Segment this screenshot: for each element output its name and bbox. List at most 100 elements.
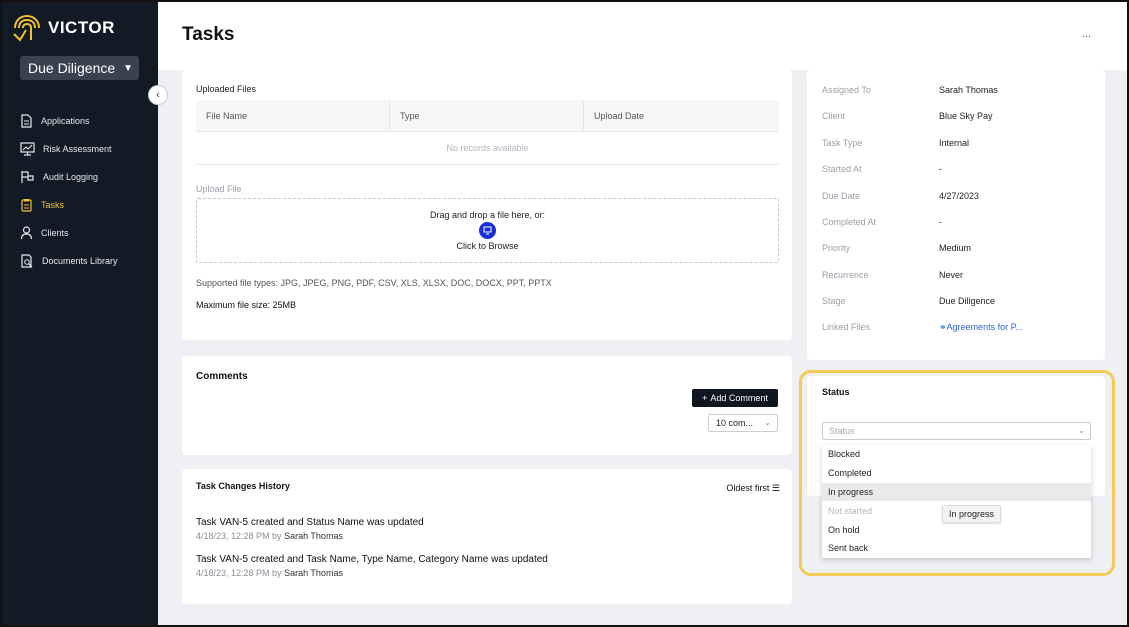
chevron-left-icon: ‹ (156, 89, 160, 101)
files-card: Uploaded Files File Name Type Upload Dat… (182, 70, 792, 340)
status-tooltip: In progress (942, 505, 1002, 523)
sidebar: VICTOR Due Diligence ▼ Applications Risk… (2, 2, 158, 625)
sidebar-item-label: Audit Logging (43, 172, 99, 182)
plus-icon: + (702, 393, 708, 403)
history-entry-meta: 4/18/23, 12:28 PM by Sarah Thomas (196, 568, 548, 578)
app-window: VICTOR Due Diligence ▼ Applications Risk… (0, 0, 1129, 627)
history-entry-user: Sarah Thomas (284, 568, 343, 578)
detail-label: Stage (822, 296, 846, 306)
history-entry-text: Task VAN-5 created and Status Name was u… (196, 517, 424, 528)
caret-down-icon: ▼ (123, 62, 134, 74)
detail-value: Blue Sky Pay (939, 111, 993, 121)
chevron-down-icon: ⌄ (764, 418, 771, 427)
sidebar-item-label: Clients (41, 228, 69, 238)
detail-value: Sarah Thomas (939, 85, 998, 95)
history-entry: Task VAN-5 created and Task Name, Type N… (196, 554, 548, 578)
add-comment-button[interactable]: + Add Comment (692, 389, 778, 407)
status-option-sent-back[interactable]: Sent back (822, 539, 1091, 558)
status-title: Status (822, 387, 850, 397)
detail-label: Started At (822, 164, 862, 174)
workspace-selector[interactable]: Due Diligence ▼ (20, 56, 139, 80)
chevron-down-icon: ⌄ (1078, 426, 1085, 435)
sidebar-item-label: Tasks (41, 200, 65, 210)
more-options-button[interactable]: ... (1082, 28, 1091, 40)
column-header-file-name[interactable]: File Name (196, 100, 390, 131)
detail-value: - (939, 217, 942, 227)
app-logo[interactable]: VICTOR (12, 14, 115, 42)
sort-label: Oldest first (726, 483, 770, 493)
history-entry-time: 4/18/23, 12:28 PM by (196, 531, 282, 541)
sort-order-button[interactable]: Oldest first ☰ (726, 483, 780, 494)
comments-page-size-select[interactable]: 10 com... ⌄ (708, 414, 778, 432)
max-file-size: Maximum file size: 25MB (196, 300, 297, 310)
history-title: Task Changes History (196, 481, 290, 491)
status-placeholder: Status (829, 426, 855, 436)
upload-file-label: Upload File (196, 184, 242, 194)
detail-label: Client (822, 111, 846, 121)
sidebar-item-documents-library[interactable]: Documents Library (20, 247, 150, 275)
add-comment-label: Add Comment (710, 393, 768, 403)
status-option-blocked[interactable]: Blocked (822, 445, 1091, 464)
file-dropzone[interactable]: Drag and drop a file here, or: Click to … (196, 198, 779, 263)
sidebar-item-audit-logging[interactable]: Audit Logging (20, 163, 150, 191)
sidebar-nav: Applications Risk Assessment Audit Loggi… (20, 107, 150, 275)
chart-monitor-icon (20, 142, 35, 156)
sidebar-item-applications[interactable]: Applications (20, 107, 150, 135)
status-option-completed[interactable]: Completed (822, 464, 1091, 483)
linked-file-link[interactable]: ⚭Agreements for P... (939, 322, 1023, 333)
status-dropdown-menu: Blocked Completed In progress Not starte… (822, 445, 1091, 558)
drag-drop-text: Drag and drop a file here, or: (429, 210, 546, 220)
workspace-label: Due Diligence (28, 60, 116, 76)
document-search-icon (21, 253, 33, 268)
detail-label: Assigned To (822, 85, 871, 95)
sidebar-item-clients[interactable]: Clients (20, 219, 150, 247)
column-header-upload-date[interactable]: Upload Date (584, 100, 778, 131)
task-details-card: Assigned To Sarah Thomas Client Blue Sky… (807, 70, 1105, 360)
upload-icon[interactable] (479, 222, 496, 239)
detail-label: Linked Files (822, 322, 871, 332)
status-select[interactable]: Status ⌄ (822, 422, 1091, 440)
link-icon: ⚭ (939, 322, 947, 332)
uploaded-files-table: File Name Type Upload Date No records av… (196, 100, 779, 165)
victor-logo-icon (13, 14, 40, 42)
detail-label: Due Date (822, 191, 861, 201)
click-to-browse-link[interactable]: Click to Browse (456, 241, 518, 251)
flag-icon (21, 171, 34, 183)
detail-label: Task Type (822, 138, 863, 148)
history-entry-text: Task VAN-5 created and Task Name, Type N… (196, 554, 548, 565)
app-name: VICTOR (48, 18, 115, 37)
document-icon (21, 114, 32, 128)
column-header-type[interactable]: Type (390, 100, 584, 131)
page-header: Tasks ... (158, 2, 1127, 70)
sort-list-icon: ☰ (771, 483, 780, 493)
supported-file-types: Supported file types: JPG, JPEG, PNG, PD… (196, 278, 552, 288)
detail-value: 4/27/2023 (939, 191, 980, 201)
comments-card: Comments + Add Comment 10 com... ⌄ (182, 356, 792, 455)
sidebar-item-label: Risk Assessment (43, 144, 112, 154)
sidebar-item-risk-assessment[interactable]: Risk Assessment (20, 135, 150, 163)
history-entry-time: 4/18/23, 12:28 PM by (196, 568, 282, 578)
detail-value: - (939, 164, 942, 174)
history-entry: Task VAN-5 created and Status Name was u… (196, 517, 424, 541)
sidebar-item-label: Documents Library (42, 256, 118, 266)
linked-file-name: Agreements for P... (946, 322, 1023, 332)
page-size-value: 10 com... (716, 418, 754, 428)
sidebar-collapse-button[interactable]: ‹ (148, 85, 168, 105)
empty-table-message: No records available (196, 132, 779, 165)
status-option-on-hold[interactable]: On hold (822, 520, 1091, 539)
detail-value: Medium (939, 243, 972, 253)
uploaded-files-label: Uploaded Files (196, 84, 257, 94)
sidebar-item-label: Applications (41, 116, 90, 126)
detail-label: Recurrence (822, 270, 869, 280)
sidebar-item-tasks[interactable]: Tasks (20, 191, 150, 219)
detail-label: Completed At (822, 217, 877, 227)
table-header: File Name Type Upload Date (196, 100, 779, 132)
comments-title: Comments (196, 371, 248, 382)
task-history-card: Task Changes History Oldest first ☰ Task… (182, 469, 792, 604)
detail-value: Never (939, 270, 964, 280)
detail-value: Internal (939, 138, 970, 148)
history-entry-user: Sarah Thomas (284, 531, 343, 541)
status-option-in-progress[interactable]: In progress (822, 482, 1091, 502)
detail-value: Due Diligence (939, 296, 996, 306)
history-entry-meta: 4/18/23, 12:28 PM by Sarah Thomas (196, 531, 424, 541)
